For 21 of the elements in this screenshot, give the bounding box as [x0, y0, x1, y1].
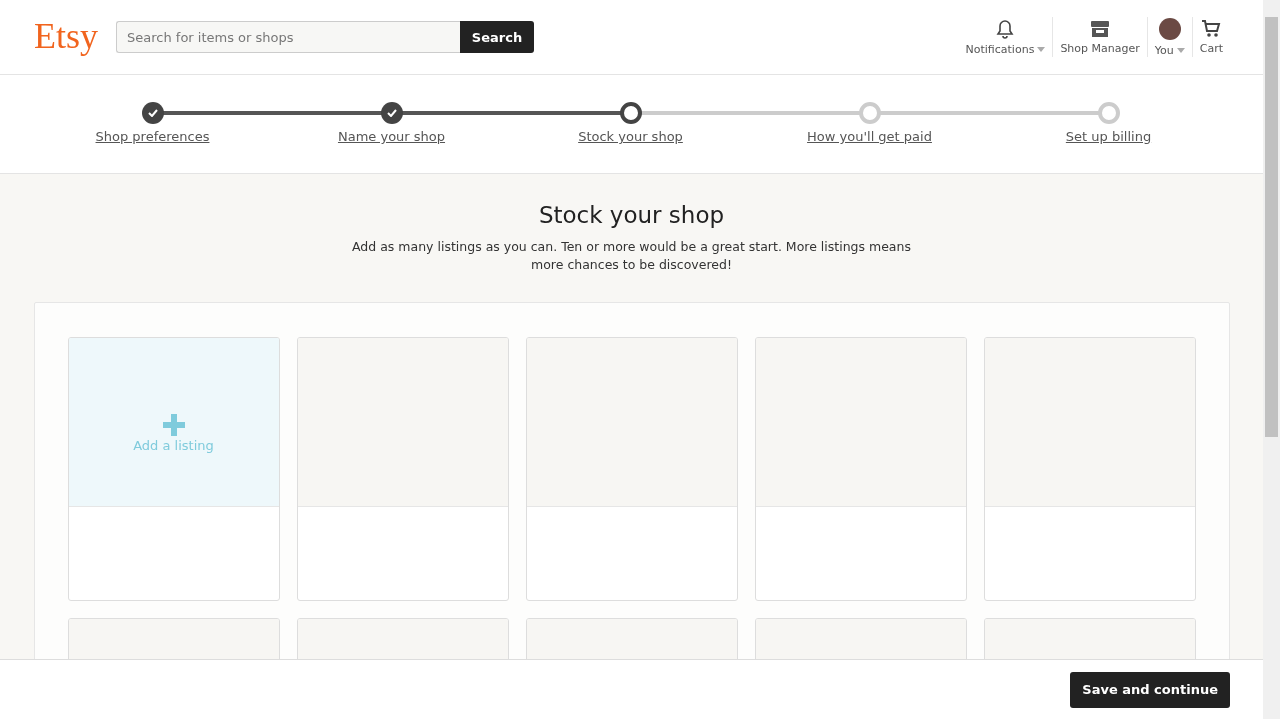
search-button[interactable]: Search [460, 21, 534, 53]
step-link[interactable]: Stock your shop [578, 129, 683, 144]
scrollbar-thumb[interactable] [1265, 17, 1278, 437]
avatar[interactable] [1158, 17, 1181, 40]
storefront-icon[interactable] [1090, 19, 1111, 38]
nav-link[interactable]: Notifications [965, 42, 1046, 56]
page-title: Stock your shop [538, 202, 725, 228]
save-and-continue-button[interactable]: Save and continue [1070, 671, 1230, 708]
bell-icon[interactable] [996, 18, 1015, 39]
page-description: Add as many listings as you can. Ten or more would be a great start. More listings means more chances to be discovered! [351, 238, 912, 274]
nav-link[interactable]: Cart [1199, 42, 1223, 55]
step-link[interactable]: Shop preferences [95, 129, 210, 144]
plus-icon [162, 413, 185, 436]
step-link[interactable]: How you'll get paid [807, 129, 932, 144]
nav-link[interactable]: You [1154, 43, 1185, 57]
cart-icon[interactable] [1201, 19, 1222, 38]
search-field[interactable]: Search for items or shops [116, 21, 460, 53]
step-link[interactable]: Set up billing [1065, 129, 1152, 144]
step-link[interactable]: Name your shop [337, 129, 446, 144]
scrollbar[interactable] [1263, 0, 1280, 719]
nav-link[interactable]: Shop Manager [1060, 41, 1140, 55]
